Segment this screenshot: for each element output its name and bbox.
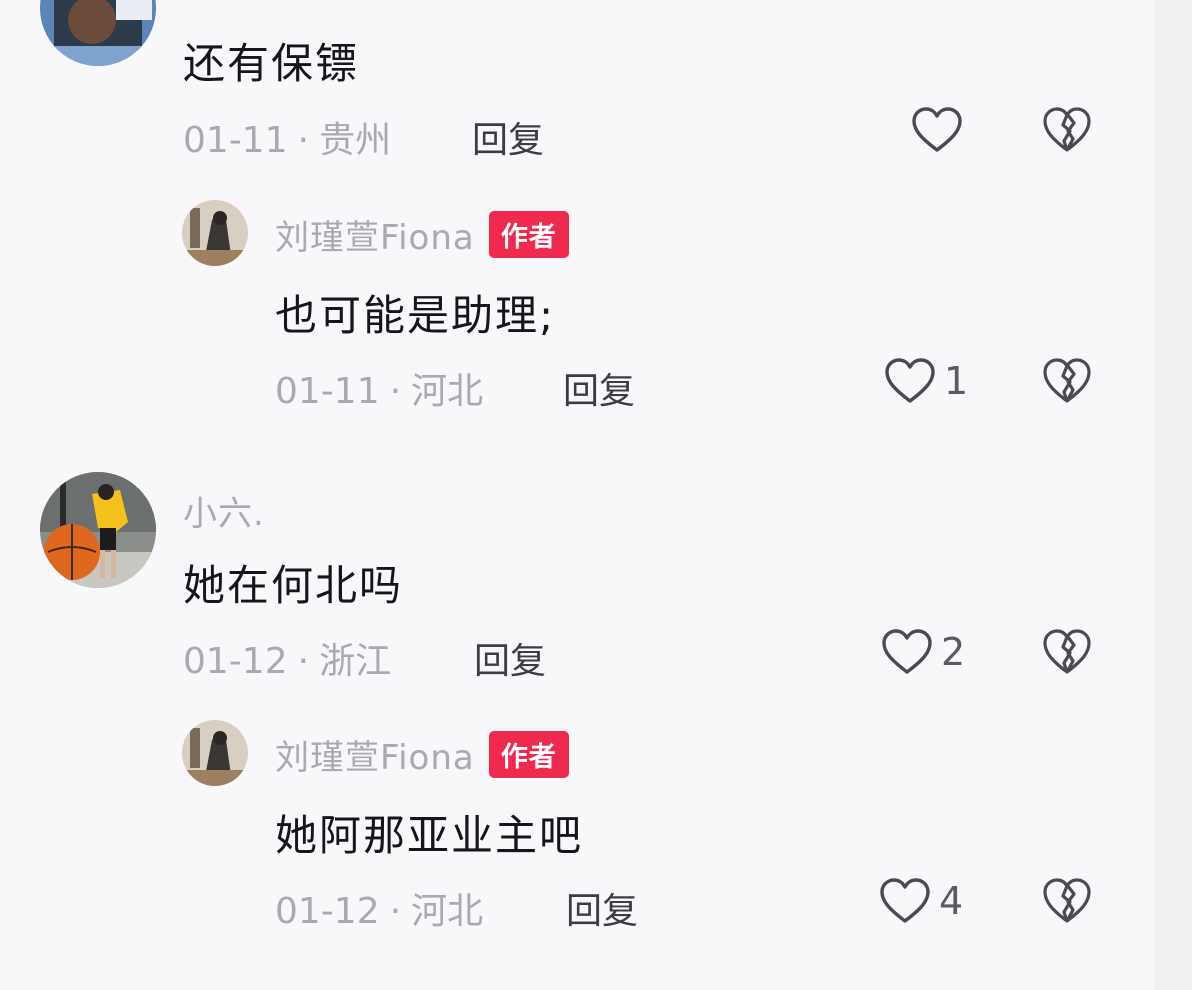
meta-separator: ·: [297, 120, 310, 161]
comment-meta: 01-12 · 浙江: [183, 632, 391, 684]
username[interactable]: 小六.: [183, 486, 265, 535]
like-button[interactable]: 1: [884, 357, 968, 405]
like-button[interactable]: 2: [881, 628, 965, 676]
reply-username-row: 小六.: [183, 486, 265, 535]
avatar[interactable]: [182, 200, 248, 266]
broken-heart-icon: [1043, 358, 1091, 403]
avatar[interactable]: [40, 472, 156, 588]
comment-meta: 01-11 · 河北: [275, 362, 483, 414]
author-badge: 作者: [488, 211, 569, 258]
like-button[interactable]: [911, 106, 963, 154]
broken-heart-icon: [1043, 629, 1091, 674]
comment-text: 还有保镖: [183, 39, 360, 88]
heart-outline-icon: [912, 107, 962, 152]
dislike-button[interactable]: [1042, 357, 1092, 409]
avatar[interactable]: [182, 720, 248, 786]
heart-outline-icon: [885, 358, 935, 403]
avatar-image: [40, 0, 156, 66]
comment-location: 浙江: [319, 641, 392, 682]
comment-date: 01-11: [275, 371, 380, 412]
comment-meta: 01-11 · 贵州: [183, 111, 391, 163]
comment-date: 01-12: [275, 891, 380, 932]
comment-location: 河北: [411, 891, 484, 932]
reply-button[interactable]: 回复: [566, 882, 638, 934]
comment-text: 也可能是助理;: [275, 291, 556, 340]
comment-text: 她阿那亚业主吧: [275, 811, 584, 860]
like-button[interactable]: 4: [879, 877, 963, 925]
reply-button[interactable]: 回复: [472, 111, 544, 163]
broken-heart-icon: [1043, 107, 1091, 152]
username[interactable]: 刘瑾萱Fiona: [275, 730, 475, 779]
comment-date: 01-11: [183, 120, 288, 161]
comment-date: 01-12: [183, 641, 288, 682]
avatar-image: [182, 720, 248, 786]
heart-outline-icon: [882, 629, 932, 674]
heart-outline-icon: [880, 878, 930, 923]
avatar-image: [182, 200, 248, 266]
comment-location: 贵州: [319, 120, 392, 161]
meta-separator: ·: [389, 371, 402, 412]
like-count: 4: [939, 879, 964, 923]
reply-username-row: 刘瑾萱Fiona 作者: [275, 730, 569, 779]
reply-button[interactable]: 回复: [474, 632, 546, 684]
reply-username-row: 刘瑾萱Fiona 作者: [275, 210, 569, 259]
scrollbar[interactable]: [1155, 0, 1192, 990]
author-badge: 作者: [488, 731, 569, 778]
avatar[interactable]: [40, 0, 156, 66]
dislike-button[interactable]: [1042, 877, 1092, 929]
broken-heart-icon: [1043, 878, 1091, 923]
avatar-image: [40, 472, 156, 588]
username[interactable]: 刘瑾萱Fiona: [275, 210, 475, 259]
meta-separator: ·: [389, 891, 402, 932]
comment-meta: 01-12 · 河北: [275, 882, 483, 934]
comment-location: 河北: [411, 371, 484, 412]
reply-button[interactable]: 回复: [563, 362, 635, 414]
dislike-button[interactable]: [1042, 106, 1092, 158]
like-count: 1: [944, 359, 969, 403]
comment-text: 她在何北吗: [183, 561, 404, 610]
like-count: 2: [941, 630, 966, 674]
comment-panel: 还有保镖 01-11 · 贵州 回复 刘瑾萱Fiona 作者 也可能是助理; 01-…: [0, 0, 1155, 990]
dislike-button[interactable]: [1042, 628, 1092, 680]
meta-separator: ·: [297, 641, 310, 682]
